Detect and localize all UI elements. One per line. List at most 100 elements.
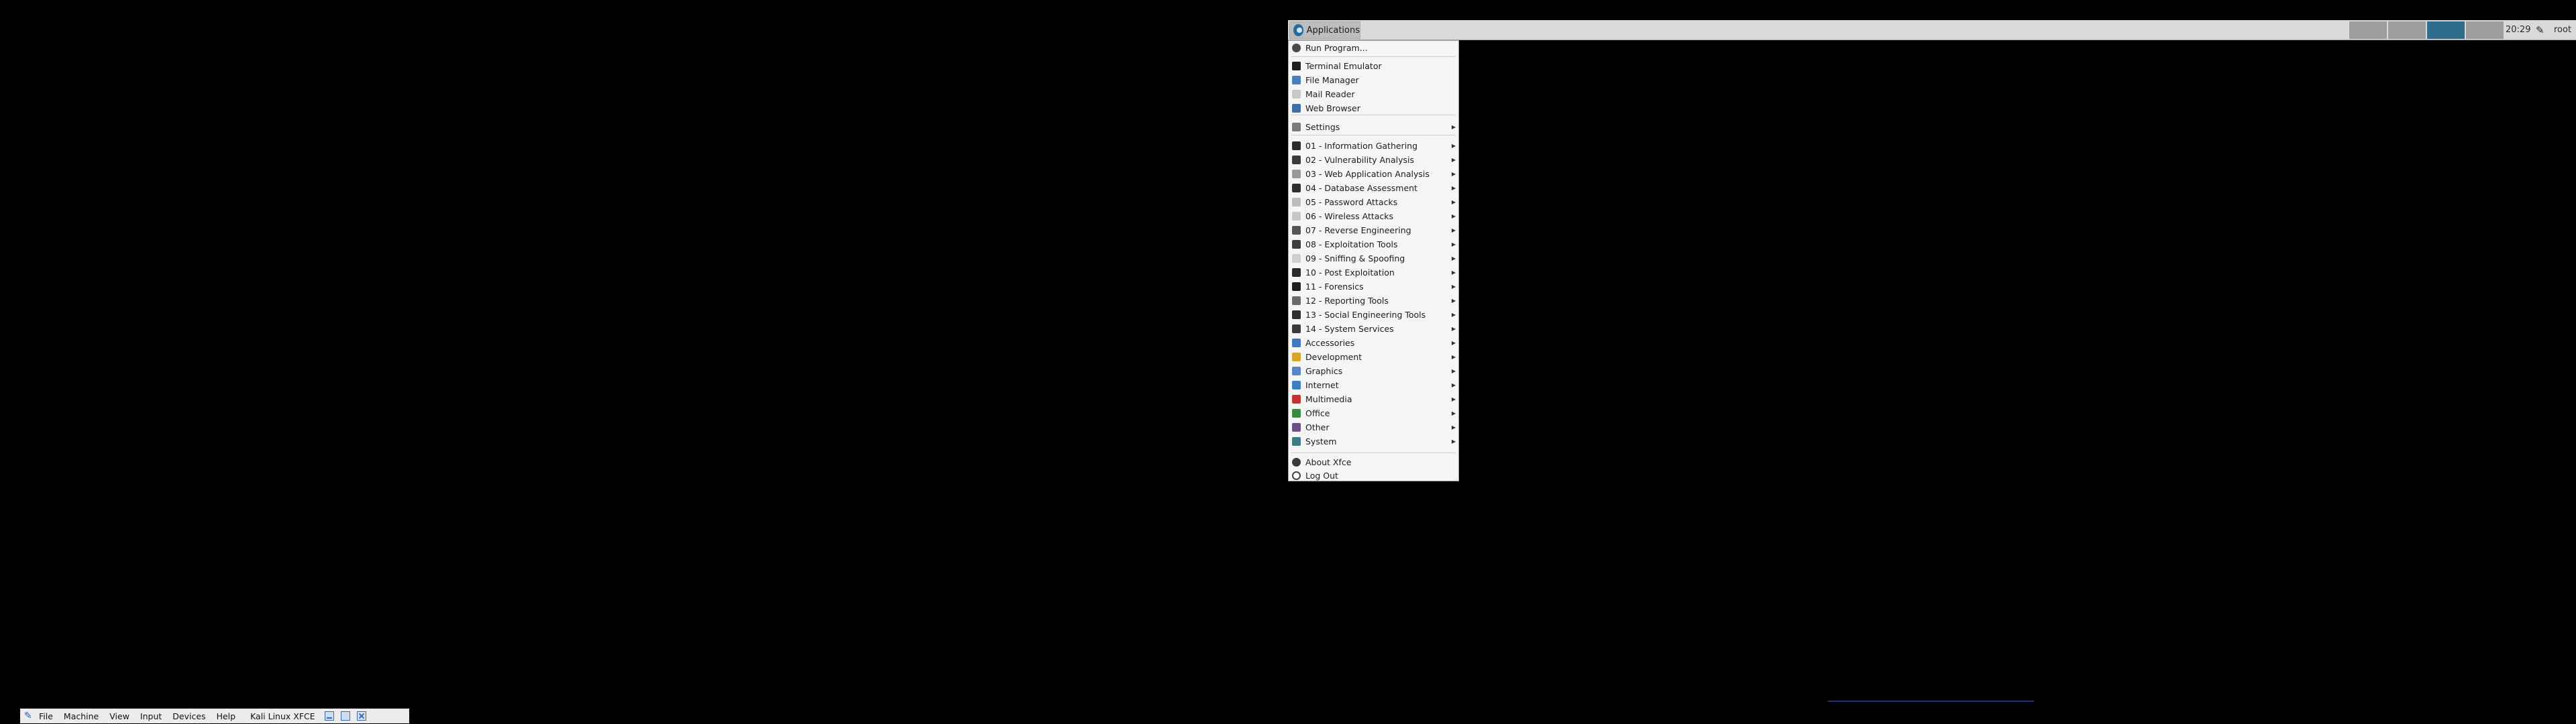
pen-icon[interactable]: ✎ [2536, 24, 2544, 36]
submenu-arrow-icon: ▶ [1451, 381, 1456, 388]
sniff-icon [1292, 253, 1301, 263]
submenu-arrow-icon: ▶ [1451, 184, 1456, 191]
menu-category-09-sniffing-spoofing[interactable]: 09 - Sniffing & Spoofing ▶ [1289, 251, 1458, 265]
applications-menu: Run Program... Terminal Emulator File Man… [1288, 40, 1459, 481]
services-icon [1292, 324, 1301, 333]
workspace-1[interactable] [2349, 21, 2387, 39]
clock[interactable]: 20:29 [2506, 25, 2530, 35]
menu-category-05-password-attacks[interactable]: 05 - Password Attacks ▶ [1289, 195, 1458, 208]
key-icon [1292, 197, 1301, 206]
menu-item-about-xfce[interactable]: About Xfce [1289, 455, 1458, 469]
web-app-icon [1292, 169, 1301, 178]
vbox-menu-file[interactable]: File [39, 711, 53, 721]
menu-category-02-vulnerability-analysis[interactable]: 02 - Vulnerability Analysis ▶ [1289, 153, 1458, 166]
menu-category-14-system-services[interactable]: 14 - System Services ▶ [1289, 322, 1458, 335]
folder-icon [1292, 75, 1301, 84]
accessories-icon [1292, 338, 1301, 347]
vbox-menu-input[interactable]: Input [140, 711, 162, 721]
submenu-arrow-icon: ▶ [1451, 283, 1456, 290]
virtualbox-pen-icon: ✎ [24, 711, 32, 721]
report-icon [1292, 296, 1301, 305]
menu-item-label: 08 - Exploitation Tools [1305, 239, 1398, 249]
workspace-3-active[interactable] [2427, 21, 2465, 39]
menu-category-system[interactable]: System ▶ [1289, 434, 1458, 448]
menu-item-label: 03 - Web Application Analysis [1305, 168, 1430, 179]
applications-menu-button[interactable]: Applications [1289, 21, 1360, 39]
office-icon [1292, 408, 1301, 418]
workspace-4[interactable] [2466, 21, 2504, 39]
menu-category-other[interactable]: Other ▶ [1289, 420, 1458, 434]
submenu-arrow-icon: ▶ [1451, 325, 1456, 332]
wireless-icon [1292, 211, 1301, 221]
close-icon[interactable] [356, 711, 366, 721]
other-icon [1292, 422, 1301, 432]
menu-item-label: 11 - Forensics [1305, 281, 1364, 292]
menu-category-01-information-gathering[interactable]: 01 - Information Gathering ▶ [1289, 139, 1458, 152]
gear-icon [1292, 43, 1301, 52]
menu-item-label: 07 - Reverse Engineering [1305, 225, 1411, 235]
menu-category-11-forensics[interactable]: 11 - Forensics ▶ [1289, 280, 1458, 293]
menu-category-07-reverse-engineering[interactable]: 07 - Reverse Engineering ▶ [1289, 223, 1458, 237]
submenu-arrow-icon: ▶ [1451, 353, 1456, 360]
internet-icon [1292, 380, 1301, 389]
submenu-arrow-icon: ▶ [1451, 123, 1456, 130]
vbox-menu-view[interactable]: View [109, 711, 129, 721]
development-icon [1292, 352, 1301, 361]
database-icon [1292, 183, 1301, 192]
menu-separator [1291, 452, 1456, 453]
menu-category-internet[interactable]: Internet ▶ [1289, 378, 1458, 391]
power-icon [1292, 471, 1301, 480]
menu-category-08-exploitation-tools[interactable]: 08 - Exploitation Tools ▶ [1289, 237, 1458, 251]
submenu-arrow-icon: ▶ [1451, 255, 1456, 261]
submenu-arrow-icon: ▶ [1451, 213, 1456, 219]
menu-item-label: Web Browser [1305, 103, 1360, 113]
submenu-arrow-icon: ▶ [1451, 311, 1456, 318]
menu-category-04-database-assessment[interactable]: 04 - Database Assessment ▶ [1289, 181, 1458, 194]
menu-item-file-manager[interactable]: File Manager [1289, 73, 1458, 86]
restore-icon[interactable] [340, 711, 350, 721]
submenu-arrow-icon: ▶ [1451, 170, 1456, 177]
menu-item-label: 10 - Post Exploitation [1305, 267, 1395, 278]
post-exploit-icon [1292, 267, 1301, 277]
menu-item-label: Run Program... [1305, 42, 1368, 53]
submenu-arrow-icon: ▶ [1451, 297, 1456, 304]
menu-category-accessories[interactable]: Accessories ▶ [1289, 336, 1458, 349]
menu-item-label: 05 - Password Attacks [1305, 196, 1398, 207]
menu-item-label: Internet [1305, 379, 1339, 390]
menu-category-multimedia[interactable]: Multimedia ▶ [1289, 392, 1458, 406]
submenu-arrow-icon: ▶ [1451, 241, 1456, 247]
hand-icon [1292, 282, 1301, 291]
progress-line [1828, 701, 2034, 702]
menu-item-run-program[interactable]: Run Program... [1289, 41, 1458, 54]
menu-category-graphics[interactable]: Graphics ▶ [1289, 364, 1458, 377]
menu-item-log-out[interactable]: Log Out [1289, 469, 1458, 482]
menu-category-06-wireless-attacks[interactable]: 06 - Wireless Attacks ▶ [1289, 209, 1458, 223]
workspace-2[interactable] [2388, 21, 2426, 39]
menu-separator [1291, 56, 1456, 57]
submenu-arrow-icon: ▶ [1451, 410, 1456, 416]
vbox-menu-help[interactable]: Help [217, 711, 236, 721]
gears-icon [1292, 225, 1301, 235]
menu-category-12-reporting-tools[interactable]: 12 - Reporting Tools ▶ [1289, 294, 1458, 307]
menu-category-13-social-engineering-tools[interactable]: 13 - Social Engineering Tools ▶ [1289, 308, 1458, 321]
menu-category-development[interactable]: Development ▶ [1289, 350, 1458, 363]
menu-item-settings[interactable]: Settings ▶ [1289, 120, 1458, 133]
menu-category-office[interactable]: Office ▶ [1289, 406, 1458, 420]
minimize-icon[interactable] [324, 711, 334, 721]
menu-item-label: 14 - System Services [1305, 323, 1394, 334]
menu-item-web-browser[interactable]: Web Browser [1289, 101, 1458, 115]
menu-category-10-post-exploitation[interactable]: 10 - Post Exploitation ▶ [1289, 265, 1458, 279]
menu-item-terminal-emulator[interactable]: Terminal Emulator [1289, 59, 1458, 72]
multimedia-icon [1292, 394, 1301, 404]
vbox-menu-devices[interactable]: Devices [172, 711, 205, 721]
submenu-arrow-icon: ▶ [1451, 269, 1456, 276]
exploit-icon [1292, 239, 1301, 249]
magnifier-icon [1292, 141, 1301, 150]
vbox-menu-machine[interactable]: Machine [64, 711, 99, 721]
menu-item-label: 12 - Reporting Tools [1305, 295, 1389, 306]
terminal-icon [1292, 61, 1301, 70]
user-label[interactable]: root [2554, 25, 2571, 35]
menu-item-mail-reader[interactable]: Mail Reader [1289, 87, 1458, 101]
menu-category-03-web-application-analysis[interactable]: 03 - Web Application Analysis ▶ [1289, 167, 1458, 180]
menu-item-label: 04 - Database Assessment [1305, 182, 1417, 193]
